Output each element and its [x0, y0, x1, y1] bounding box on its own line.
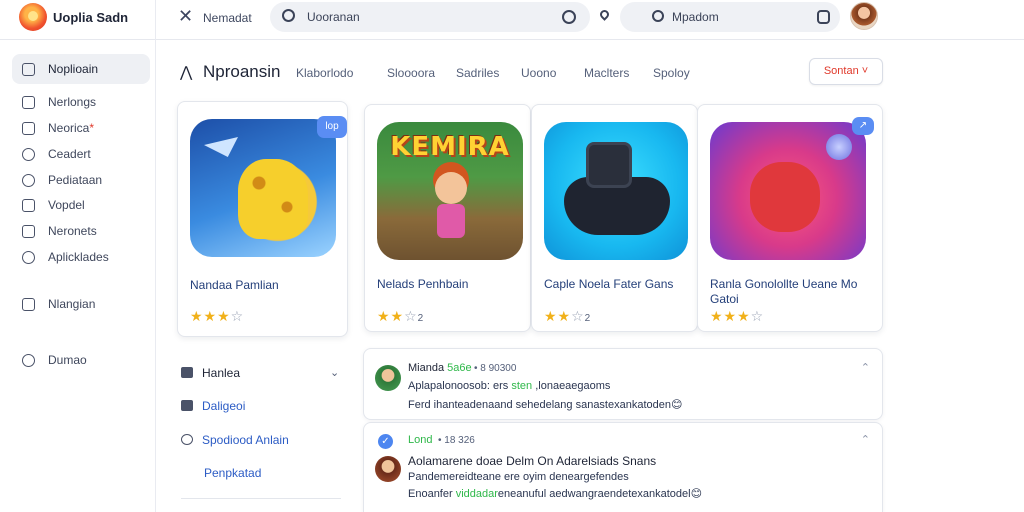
star-rating: ★★☆2	[544, 308, 591, 324]
sidebar-item-label: Nerlongs	[48, 95, 97, 109]
reviewer-tag: Lond	[408, 434, 433, 446]
sidebar-item-label: Vopdel	[48, 198, 85, 212]
brand-name: Uoplia Sadn	[53, 10, 129, 25]
filter-icon	[181, 367, 193, 378]
gear-icon	[22, 298, 35, 311]
filter-link[interactable]: Daligeoi	[181, 399, 245, 413]
star-rating: ★★★☆	[190, 308, 245, 324]
game-title: Caple Noela Fater Gans	[544, 277, 674, 291]
game-thumbnail	[544, 122, 688, 260]
review-text: Pandemereidteane ere oyim deneargefendes	[408, 471, 629, 483]
review-card: Mianda 5a6e • 8 90300 ⌃ Aplapalonoosob: …	[363, 348, 883, 420]
category-tab[interactable]: Sloooora	[387, 66, 435, 80]
star-rating: ★★☆2	[377, 308, 424, 324]
avatar	[375, 456, 401, 482]
sidebar-divider	[155, 0, 156, 512]
bookmark-icon	[181, 400, 193, 411]
location-pin-icon[interactable]	[598, 8, 611, 21]
game-card[interactable]: ↗ Ranla Gonolollte Ueane Mo Gatoi ★★★☆	[697, 104, 883, 332]
chevron-down-icon[interactable]: ⌄	[330, 366, 339, 379]
mail-icon	[22, 122, 35, 135]
review-card: ✓ Lond • 18 326 ⌃ Aolamarene doae Delm O…	[363, 422, 883, 512]
category-tab[interactable]: Uoono	[521, 66, 556, 80]
game-title: Nandaa Pamlian	[190, 278, 279, 292]
category-tab[interactable]: Sadriles	[456, 66, 499, 80]
sidebar-item-label: Noplioain	[48, 62, 99, 76]
reviewer-name: Mianda 5a6e	[408, 362, 472, 374]
game-badge: lop	[317, 116, 347, 138]
search-icon	[22, 174, 35, 187]
review-text: Enoanfer viddadareneanuful aedwangraende…	[408, 488, 703, 500]
game-title: Nelads Penhbain	[377, 277, 469, 291]
secondary-search-input[interactable]: Mpadom	[620, 2, 840, 32]
game-thumbnail	[710, 122, 866, 260]
category-tab[interactable]: Klaborlodo	[296, 66, 353, 80]
shield-icon	[22, 148, 35, 161]
globe-icon	[22, 251, 35, 264]
sidebar-item-about[interactable]: Dumao	[12, 345, 150, 375]
game-card[interactable]: Caple Noela Fater Gans ★★☆2	[531, 104, 698, 332]
share-badge[interactable]: ↗	[852, 117, 874, 135]
sidebar-item-label: Ceadert	[48, 147, 91, 161]
game-thumbnail	[190, 119, 336, 257]
chevron-up-icon[interactable]: ⌃	[861, 361, 870, 374]
game-thumbnail-title: KEMIRA	[390, 132, 510, 162]
filter-heading[interactable]: Hanlea	[181, 366, 240, 380]
sidebar-item-label: Neronets	[48, 224, 97, 238]
sidebar-item-apps[interactable]: Aplicklades	[12, 242, 150, 272]
sidebar-item-home[interactable]: Noplioain	[12, 54, 150, 84]
sidebar-item-label: Dumao	[48, 353, 87, 367]
notification-badge: *	[89, 121, 95, 135]
chevron-up-icon[interactable]: ⌃	[861, 433, 870, 446]
filter-link[interactable]: Spodiood Anlain	[181, 433, 289, 447]
sidebar-item-settings[interactable]: Nlangian	[12, 289, 150, 319]
sidebar-item-label: Pediataan	[48, 173, 103, 187]
review-text: Aplapalonoosob: ers sten ,lonaeaegaoms	[408, 380, 611, 392]
tab-title: Nemadat	[203, 11, 252, 25]
category-tab[interactable]: Maclters	[584, 66, 629, 80]
close-icon[interactable]: ✕	[178, 6, 193, 27]
file-icon	[22, 199, 35, 212]
review-text: Ferd ihanteadenaand sehedelang sanastexa…	[408, 399, 683, 411]
avatar	[375, 365, 401, 391]
star-rating: ★★★☆	[710, 308, 765, 324]
search-icon	[282, 9, 295, 22]
review-meta: • 18 326	[438, 435, 475, 446]
settings-icon[interactable]	[562, 10, 576, 24]
info-icon	[22, 354, 35, 367]
sidebar-item-label: Nlangian	[48, 297, 96, 311]
search-icon	[652, 10, 664, 22]
category-tab[interactable]: Spoloy	[653, 66, 690, 80]
grid-icon	[22, 225, 35, 238]
divider	[181, 498, 341, 499]
list-icon	[22, 96, 35, 109]
sort-dropdown[interactable]: Sontan ˅	[809, 58, 883, 85]
top-bar: Uoplia Sadn ✕ Nemadat Uooranan Mpadom	[0, 0, 1024, 40]
category-title: Nproansin	[203, 62, 281, 81]
secondary-search-value: Mpadom	[672, 10, 719, 24]
camera-icon[interactable]	[817, 10, 830, 24]
search-input[interactable]: Uooranan	[270, 2, 590, 32]
search-value: Uooranan	[307, 10, 360, 24]
game-card[interactable]: lop Nandaa Pamlian ★★★☆	[177, 101, 348, 337]
chevron-up-icon[interactable]: ⋀	[180, 63, 192, 81]
verified-icon: ✓	[378, 434, 393, 449]
review-meta: • 8 90300	[474, 363, 517, 374]
game-title: Ranla Gonolollte Ueane Mo Gatoi	[710, 277, 858, 306]
gear-icon	[181, 434, 193, 445]
game-thumbnail: KEMIRA	[377, 122, 523, 260]
app-logo[interactable]	[19, 3, 47, 31]
document-icon	[22, 63, 35, 76]
review-title: Aolamarene doae Delm On Adarelsiads Snan…	[408, 454, 657, 468]
user-avatar[interactable]	[850, 2, 878, 30]
game-card[interactable]: KEMIRA Nelads Penhbain ★★☆2	[364, 104, 531, 332]
sidebar-item-label: Neorica*	[48, 121, 95, 135]
filter-link[interactable]: Penpkatad	[204, 466, 261, 480]
sidebar-item-label: Aplicklades	[48, 250, 109, 264]
